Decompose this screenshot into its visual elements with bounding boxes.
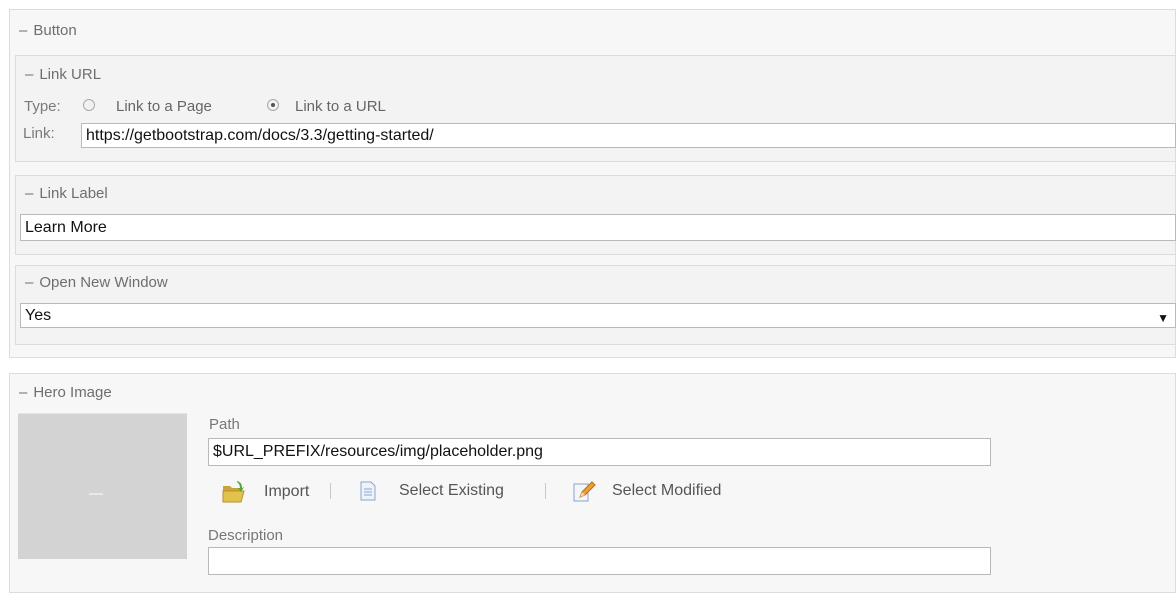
import-label: Import	[264, 483, 310, 500]
path-label: Path	[209, 416, 240, 433]
action-separator	[545, 483, 546, 499]
description-input[interactable]	[208, 547, 991, 575]
select-modified-label: Select Modified	[612, 482, 722, 499]
select-modified-button[interactable]: Select Modified	[572, 479, 721, 503]
thumbnail-placeholder	[89, 493, 103, 495]
open-new-window-select[interactable]: Yes ▼	[20, 303, 1176, 328]
link-label-title: Link Label	[39, 185, 108, 202]
link-label-toggle[interactable]: – Link Label	[25, 185, 108, 202]
link-label-input[interactable]: Learn More	[20, 214, 1176, 241]
radio-link-to-url[interactable]	[267, 99, 279, 111]
open-new-window-toggle[interactable]: – Open New Window	[25, 274, 168, 291]
type-label: Type:	[24, 98, 61, 115]
radio-link-to-page[interactable]	[83, 99, 95, 111]
import-button[interactable]: Import	[221, 479, 309, 505]
edit-icon	[573, 481, 596, 502]
hero-image-toggle[interactable]: – Hero Image	[19, 384, 112, 401]
open-new-window-title: Open New Window	[39, 274, 168, 291]
radio-link-to-url-label[interactable]: Link to a URL	[295, 98, 386, 115]
folder-icon	[222, 481, 245, 503]
link-field-label: Link:	[23, 125, 55, 142]
radio-link-to-page-label[interactable]: Link to a Page	[116, 98, 212, 115]
select-existing-label: Select Existing	[399, 482, 504, 499]
hero-image-thumbnail	[18, 413, 187, 559]
link-url-toggle[interactable]: – Link URL	[25, 66, 101, 83]
path-input[interactable]: $URL_PREFIX/resources/img/placeholder.pn…	[208, 438, 991, 466]
open-new-window-value: Yes	[25, 307, 52, 324]
caret-down-icon: ▼	[1157, 311, 1169, 325]
select-existing-button[interactable]: Select Existing	[360, 481, 504, 501]
link-url-title: Link URL	[39, 66, 102, 83]
description-label: Description	[208, 527, 284, 544]
action-separator	[330, 483, 331, 499]
button-section-toggle[interactable]: – Button	[19, 22, 77, 39]
button-section-title: Button	[33, 22, 77, 39]
hero-image-title: Hero Image	[33, 384, 112, 401]
link-url-input[interactable]: https://getbootstrap.com/docs/3.3/gettin…	[81, 123, 1176, 148]
document-icon	[360, 481, 376, 501]
